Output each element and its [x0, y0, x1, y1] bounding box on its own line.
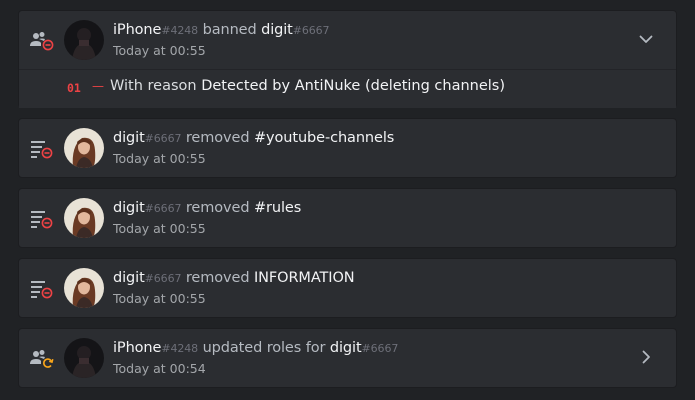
detail-index: 01: [67, 81, 81, 95]
audit-log-entry-header[interactable]: digit#6667 removed #youtube-channels Tod…: [19, 119, 676, 177]
detail-prefix: With reason: [110, 78, 202, 94]
chevron-right-icon[interactable]: [638, 349, 654, 365]
actor-name[interactable]: digit: [113, 270, 145, 286]
entry-summary: iPhone#4248 banned digit#6667: [113, 22, 330, 38]
actor-name[interactable]: iPhone: [113, 340, 161, 356]
target-name: #rules: [253, 200, 302, 216]
channel-delete-icon: [29, 208, 55, 230]
avatar: [64, 268, 104, 308]
audit-log-entry-header[interactable]: digit#6667 removed #rules Today at 00:55: [19, 189, 676, 247]
entry-timestamp: Today at 00:55: [113, 43, 206, 58]
avatar: [64, 20, 104, 60]
actor-discriminator: #6667: [144, 272, 182, 285]
entry-timestamp: Today at 00:54: [113, 361, 206, 376]
audit-log-entry[interactable]: digit#6667 removed #rules Today at 00:55: [18, 188, 677, 248]
actor-discriminator: #4248: [161, 24, 199, 37]
actor-discriminator: #4248: [161, 342, 199, 355]
member-update-icon: [29, 348, 55, 370]
entry-detail: 01 — With reason Detected by AntiNuke (d…: [19, 69, 676, 108]
member-ban-icon: [29, 30, 55, 52]
actor-name[interactable]: digit: [113, 200, 145, 216]
audit-log-entry-header[interactable]: iPhone#4248 updated roles for digit#6667…: [19, 329, 676, 387]
action-text: removed: [181, 200, 254, 216]
actor-discriminator: #6667: [144, 202, 182, 215]
target-name: INFORMATION: [253, 270, 355, 286]
action-text: banned: [198, 22, 262, 38]
avatar: [64, 128, 104, 168]
audit-log-entry[interactable]: digit#6667 removed INFORMATION Today at …: [18, 258, 677, 318]
entry-timestamp: Today at 00:55: [113, 221, 206, 236]
target-discriminator: #6667: [361, 342, 399, 355]
detail-text: With reason Detected by AntiNuke (deleti…: [110, 78, 505, 94]
action-text: updated roles for: [198, 340, 330, 356]
entry-timestamp: Today at 00:55: [113, 151, 206, 166]
entry-timestamp: Today at 00:55: [113, 291, 206, 306]
entry-summary: digit#6667 removed #rules: [113, 200, 301, 216]
audit-log-list: iPhone#4248 banned digit#6667 Today at 0…: [0, 0, 695, 400]
action-text: removed: [181, 130, 254, 146]
channel-delete-icon: [29, 278, 55, 300]
avatar: [64, 338, 104, 378]
actor-discriminator: #6667: [144, 132, 182, 145]
target-name: #youtube-channels: [253, 130, 395, 146]
target-name[interactable]: digit: [261, 22, 293, 38]
chevron-down-icon[interactable]: [638, 31, 654, 47]
detail-dash: —: [92, 79, 104, 93]
audit-log-entry-header[interactable]: digit#6667 removed INFORMATION Today at …: [19, 259, 676, 317]
entry-summary: digit#6667 removed INFORMATION: [113, 270, 355, 286]
target-name[interactable]: digit: [330, 340, 362, 356]
actor-name[interactable]: iPhone: [113, 22, 161, 38]
entry-summary: digit#6667 removed #youtube-channels: [113, 130, 394, 146]
audit-log-entry[interactable]: iPhone#4248 updated roles for digit#6667…: [18, 328, 677, 388]
entry-summary: iPhone#4248 updated roles for digit#6667: [113, 340, 398, 356]
actor-name[interactable]: digit: [113, 130, 145, 146]
channel-delete-icon: [29, 138, 55, 160]
avatar: [64, 198, 104, 238]
audit-log-entry-header[interactable]: iPhone#4248 banned digit#6667 Today at 0…: [19, 11, 676, 69]
action-text: removed: [181, 270, 254, 286]
target-discriminator: #6667: [292, 24, 330, 37]
ban-reason: Detected by AntiNuke (deleting channels): [201, 78, 506, 94]
audit-log-entry[interactable]: digit#6667 removed #youtube-channels Tod…: [18, 118, 677, 178]
audit-log-entry[interactable]: iPhone#4248 banned digit#6667 Today at 0…: [18, 10, 677, 108]
